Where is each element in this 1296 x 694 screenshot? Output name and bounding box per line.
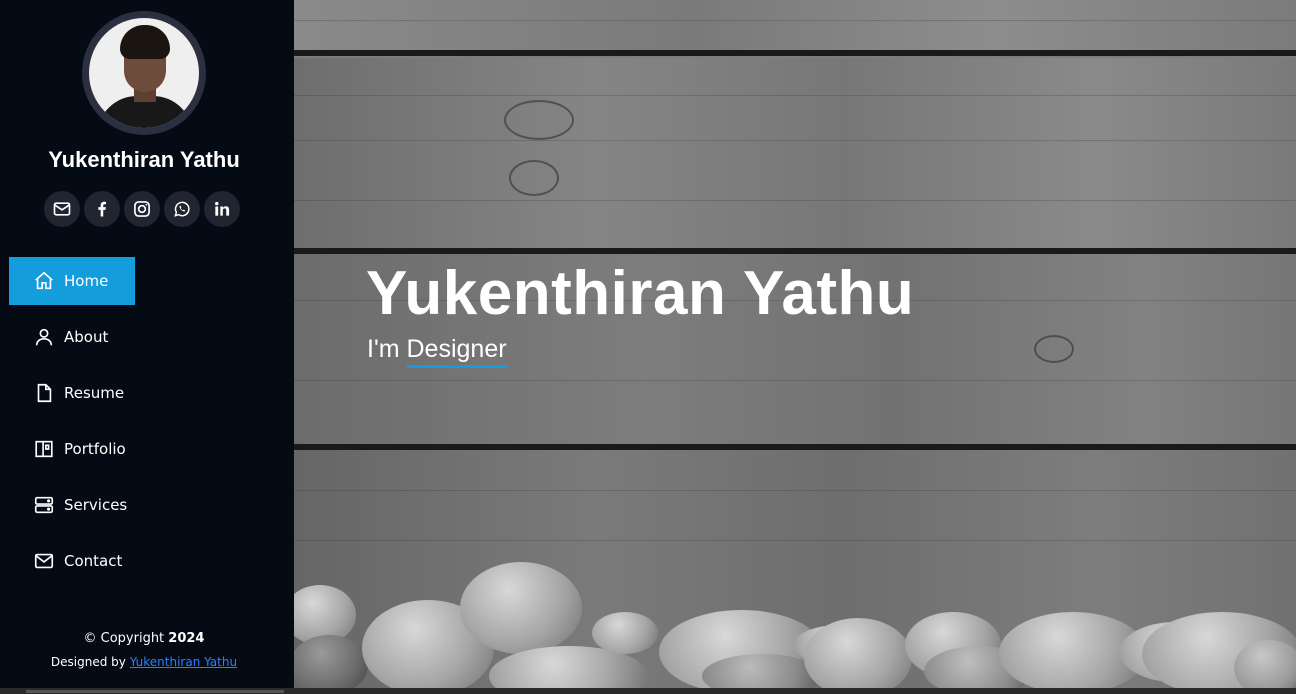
avatar <box>82 11 206 135</box>
copyright: © Copyright 2024 <box>0 630 288 648</box>
wood-plank <box>294 0 1296 54</box>
nav-item-about[interactable]: About <box>9 313 135 361</box>
nav-item-label: Portfolio <box>64 440 126 458</box>
hero: Yukenthiran Yathu I'm Designer <box>294 0 1296 694</box>
profile-name: Yukenthiran Yathu <box>48 147 240 172</box>
social-links <box>44 191 240 227</box>
nav-item-home[interactable]: Home <box>9 257 135 305</box>
hero-subtitle-prefix: I'm <box>367 335 400 363</box>
home-icon <box>33 270 55 292</box>
horizontal-scrollbar[interactable] <box>0 688 1296 694</box>
whatsapp-link[interactable] <box>164 191 200 227</box>
nav-item-label: About <box>64 328 109 346</box>
email-icon <box>53 202 71 216</box>
nav-item-contact[interactable]: Contact <box>9 537 135 585</box>
copyright-year: 2024 <box>168 631 205 646</box>
server-icon <box>33 494 55 516</box>
sidebar: Yukenthiran Yathu Home About Resume Port… <box>0 0 294 694</box>
nav-item-label: Contact <box>64 552 123 570</box>
facebook-icon <box>98 201 106 217</box>
user-icon <box>33 326 55 348</box>
hero-subtitle: I'm Designer <box>367 335 507 368</box>
nav-item-label: Resume <box>64 384 125 402</box>
facebook-link[interactable] <box>84 191 120 227</box>
envelope-icon <box>33 550 55 572</box>
scrollbar-thumb[interactable] <box>26 690 284 693</box>
linkedin-link[interactable] <box>204 191 240 227</box>
wood-plank <box>294 58 1296 248</box>
footer: © Copyright 2024 Designed by Yukenthiran… <box>0 630 288 669</box>
nav-item-label: Services <box>64 496 128 514</box>
main-nav: Home About Resume Portfolio Services Con… <box>9 257 269 593</box>
nav-item-resume[interactable]: Resume <box>9 369 135 417</box>
designer-link[interactable]: Yukenthiran Yathu <box>130 655 237 669</box>
credit: Designed by Yukenthiran Yathu <box>0 655 288 669</box>
email-link[interactable] <box>44 191 80 227</box>
typed-role: Designer <box>406 335 507 368</box>
linkedin-icon <box>215 201 230 216</box>
instagram-link[interactable] <box>124 191 160 227</box>
instagram-icon <box>134 201 150 217</box>
nav-item-portfolio[interactable]: Portfolio <box>9 425 135 473</box>
credit-prefix: Designed by <box>50 655 126 669</box>
nav-item-services[interactable]: Services <box>9 481 135 529</box>
whatsapp-icon <box>174 201 190 217</box>
portfolio-icon <box>33 438 55 460</box>
file-icon <box>33 382 55 404</box>
profile-photo <box>89 18 199 128</box>
hero-title: Yukenthiran Yathu <box>366 259 915 328</box>
copyright-prefix: © Copyright <box>83 631 165 646</box>
nav-item-label: Home <box>64 272 109 290</box>
